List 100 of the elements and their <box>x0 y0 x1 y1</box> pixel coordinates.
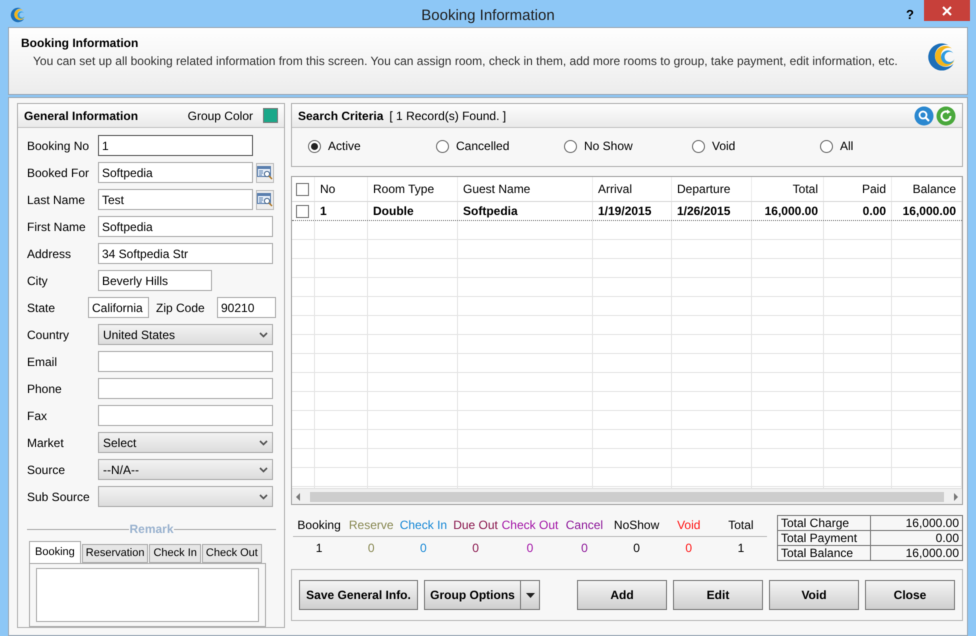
radio-button[interactable] <box>692 140 705 152</box>
column-header[interactable]: Paid <box>862 182 886 196</box>
table-cell: 1/26/2015 <box>677 204 730 218</box>
field-label: City <box>27 274 49 288</box>
caret-icon <box>259 332 268 338</box>
status-label: Void <box>677 518 700 532</box>
dropdown[interactable] <box>98 486 273 507</box>
card-search-icon <box>257 192 273 206</box>
text-field[interactable]: California <box>88 297 149 318</box>
table-cell: 1 <box>320 204 327 218</box>
text-field[interactable]: Test <box>98 189 253 210</box>
status-count: 0 <box>633 541 640 555</box>
status-label: Reserve <box>348 518 394 532</box>
remark-text-area[interactable] <box>36 568 259 622</box>
lookup-button[interactable] <box>256 190 274 210</box>
text-field[interactable] <box>98 378 273 399</box>
field-label: Last Name <box>27 192 86 206</box>
status-count: 0 <box>581 541 588 555</box>
action-button[interactable]: Group Options <box>424 580 520 610</box>
horizontal-scrollbar[interactable] <box>292 488 962 504</box>
column-header[interactable]: No <box>320 182 336 196</box>
status-count: 0 <box>472 541 479 555</box>
status-label: Check Out <box>502 518 558 532</box>
dropdown-button[interactable] <box>520 580 540 610</box>
radio-label: Void <box>712 139 736 153</box>
field-label: Sub Source <box>27 490 91 504</box>
radio-label: No Show <box>584 139 633 153</box>
action-button[interactable]: Add <box>577 580 667 610</box>
field-label: Zip Code <box>156 300 206 314</box>
color-swatch[interactable] <box>263 108 278 123</box>
table-cell: 1/19/2015 <box>598 204 652 218</box>
column-header[interactable]: Balance <box>912 182 956 196</box>
text-field[interactable] <box>98 405 273 426</box>
column-header[interactable]: Arrival <box>598 182 632 196</box>
tab[interactable]: Check Out <box>202 544 262 563</box>
status-label: NoShow <box>614 518 660 532</box>
record-count: [ 1 Record(s) Found. ] <box>389 108 506 122</box>
column-header[interactable]: Guest Name <box>463 182 530 196</box>
text-field[interactable]: Beverly Hills <box>98 270 212 291</box>
checkbox[interactable] <box>296 204 309 218</box>
dropdown[interactable]: --N/A-- <box>98 459 273 480</box>
dropdown[interactable]: United States <box>98 324 273 345</box>
left-arrow-icon[interactable] <box>295 492 301 500</box>
window-title: Booking Information <box>421 7 555 24</box>
status-count: 0 <box>685 541 692 555</box>
total-label: Total Charge <box>778 516 870 530</box>
app-logo-icon <box>8 6 26 24</box>
card-search-icon <box>257 166 273 180</box>
text-field[interactable]: 90210 <box>217 297 276 318</box>
radio-button[interactable] <box>308 140 321 152</box>
text-field[interactable] <box>98 351 273 372</box>
right-arrow-icon[interactable] <box>953 492 959 500</box>
lookup-button[interactable] <box>256 162 274 182</box>
status-count: 0 <box>526 541 534 555</box>
table-cell: Double <box>373 204 414 218</box>
field-label: Source <box>27 462 66 476</box>
action-button[interactable]: Edit <box>673 580 763 610</box>
text-field[interactable]: Softpedia <box>98 162 253 183</box>
total-value: 16,000.00 <box>870 516 962 530</box>
radio-button[interactable] <box>436 140 449 152</box>
header-title: Booking Information <box>21 36 140 50</box>
action-button[interactable]: Void <box>769 580 859 610</box>
field-label: Market <box>27 436 65 450</box>
column-header[interactable]: Total <box>792 182 818 196</box>
table-cell: 16,000.00 <box>902 204 956 218</box>
dropdown[interactable]: Select <box>98 432 273 453</box>
table-cell: 16,000.00 <box>764 204 818 218</box>
field-label: Country <box>27 328 70 342</box>
field-label: Address <box>27 246 72 260</box>
tab[interactable]: Check In <box>149 544 201 563</box>
status-count: 1 <box>316 541 322 555</box>
close-button[interactable] <box>924 0 970 21</box>
section-title: Remark <box>129 522 174 536</box>
tab[interactable]: Booking <box>29 541 81 563</box>
radio-button[interactable] <box>820 140 833 152</box>
field-label: First Name <box>27 220 87 234</box>
status-count: 0 <box>368 541 375 555</box>
total-value: 16,000.00 <box>870 546 962 560</box>
panel-title: General Information <box>24 108 138 122</box>
field-label: Email <box>27 354 58 368</box>
text-field[interactable]: Softpedia <box>98 216 273 237</box>
radio-button[interactable] <box>564 140 577 152</box>
scroll-thumb[interactable] <box>310 492 944 502</box>
status-label: Check In <box>400 518 448 532</box>
tab[interactable]: Reservation <box>82 544 148 563</box>
action-button[interactable]: Save General Info. <box>299 580 418 610</box>
refresh-icon[interactable] <box>936 106 956 126</box>
caret-icon <box>259 494 268 500</box>
close-icon <box>942 6 952 16</box>
column-header[interactable]: Room Type <box>373 182 434 196</box>
column-header[interactable]: Departure <box>677 182 730 196</box>
search-icon[interactable] <box>914 106 934 126</box>
status-count: 1 <box>738 541 744 555</box>
checkbox[interactable] <box>296 182 309 196</box>
action-button[interactable]: Close <box>865 580 955 610</box>
help-button[interactable]: ? <box>898 4 922 24</box>
text-field[interactable]: 34 Softpedia Str <box>98 243 273 264</box>
field-label: Booked For <box>27 166 90 180</box>
text-field[interactable]: 1 <box>98 135 253 156</box>
total-label: Total Payment <box>778 530 870 546</box>
